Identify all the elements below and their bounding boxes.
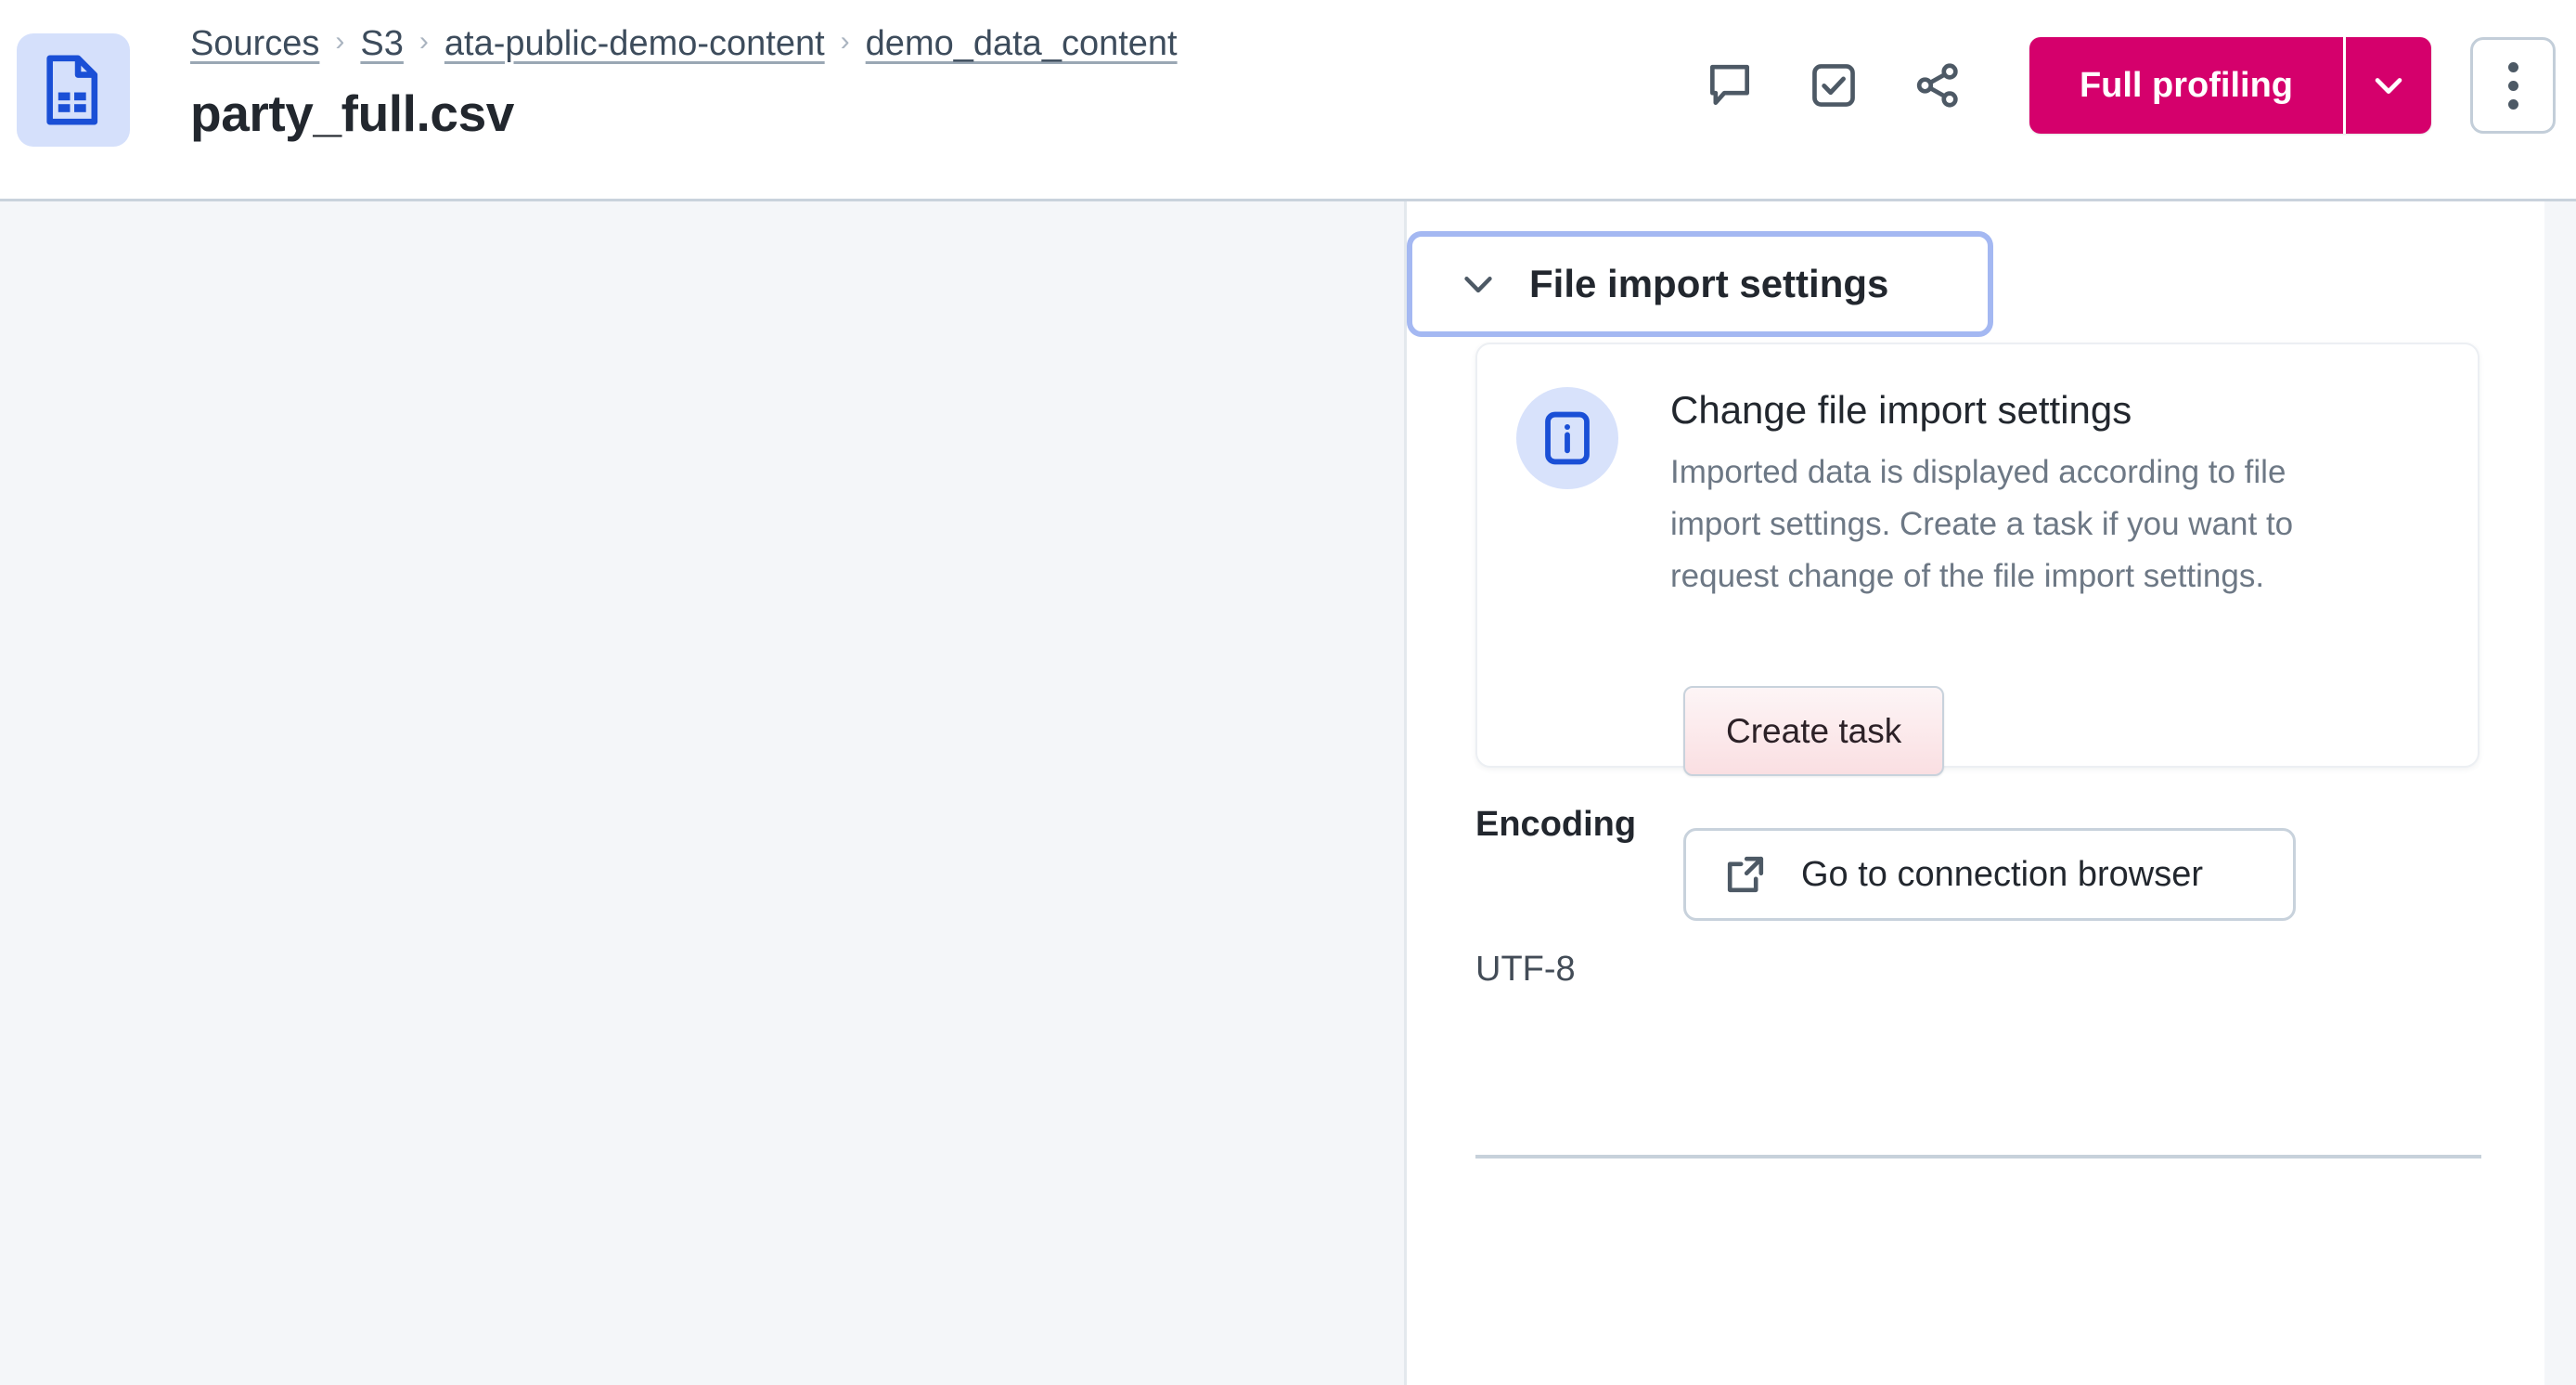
page-body: File import settings Change file import …	[0, 201, 2576, 1385]
external-link-icon	[1723, 852, 1768, 897]
kebab-dot	[2507, 80, 2518, 91]
preview-pane	[0, 201, 1407, 1385]
breadcrumb-item-sources[interactable]: Sources	[190, 24, 319, 64]
create-task-button[interactable]: Create task	[1683, 686, 1945, 776]
field-divider	[1475, 1155, 2481, 1158]
details-sidebar-content: File import settings Change file import …	[1407, 201, 2544, 1385]
go-to-connection-browser-button[interactable]: Go to connection browser	[1683, 828, 2296, 921]
breadcrumb-separator: ›	[335, 26, 345, 57]
header-actions: Full profiling	[1692, 37, 2556, 134]
details-sidebar: File import settings Change file import …	[1407, 201, 2576, 1385]
checkbox-check-icon[interactable]	[1796, 47, 1872, 123]
info-card-row: Change file import settings Imported dat…	[1516, 387, 2403, 602]
breadcrumb: Sources › S3 › ata-public-demo-content ›…	[190, 17, 1178, 71]
kebab-dot	[2507, 61, 2518, 72]
info-card-description: Imported data is displayed according to …	[1670, 453, 2294, 594]
breadcrumb-separator: ›	[840, 26, 850, 57]
breadcrumb-item-bucket[interactable]: ata-public-demo-content	[444, 24, 825, 64]
file-import-settings-section-header[interactable]: File import settings	[1407, 231, 1993, 337]
comment-icon[interactable]	[1692, 47, 1768, 123]
info-card-text: Change file import settings Imported dat…	[1670, 387, 2403, 602]
page-header: Sources › S3 › ata-public-demo-content ›…	[0, 0, 2576, 201]
info-card-title: Change file import settings	[1670, 388, 2132, 432]
info-icon	[1516, 387, 1618, 489]
full-profiling-button[interactable]: Full profiling	[2029, 37, 2343, 134]
full-profiling-dropdown-chevron-down-icon[interactable]	[2346, 37, 2431, 134]
app-root: Sources › S3 › ata-public-demo-content ›…	[0, 0, 2576, 1385]
full-profiling-split-button: Full profiling	[2029, 37, 2431, 134]
sidebar-edge-strip	[2544, 201, 2576, 1385]
kebab-menu-icon[interactable]	[2470, 37, 2556, 134]
encoding-field-label: Encoding	[1475, 805, 1637, 844]
go-to-connection-browser-label: Go to connection browser	[1801, 854, 2204, 894]
page-title: party_full.csv	[190, 84, 514, 142]
breadcrumb-item-folder[interactable]: demo_data_content	[866, 24, 1178, 64]
breadcrumb-item-s3[interactable]: S3	[360, 24, 403, 64]
change-import-settings-card: Change file import settings Imported dat…	[1475, 343, 2479, 921]
kebab-dot	[2507, 98, 2518, 110]
title-block: Sources › S3 › ata-public-demo-content ›…	[190, 17, 1178, 143]
encoding-field-value: UTF-8	[1475, 950, 1576, 989]
share-icon[interactable]	[1900, 47, 1976, 123]
breadcrumb-separator: ›	[419, 26, 429, 57]
csv-file-icon	[17, 33, 130, 147]
chevron-down-icon	[1457, 263, 1500, 305]
file-import-settings-label: File import settings	[1529, 262, 1889, 305]
